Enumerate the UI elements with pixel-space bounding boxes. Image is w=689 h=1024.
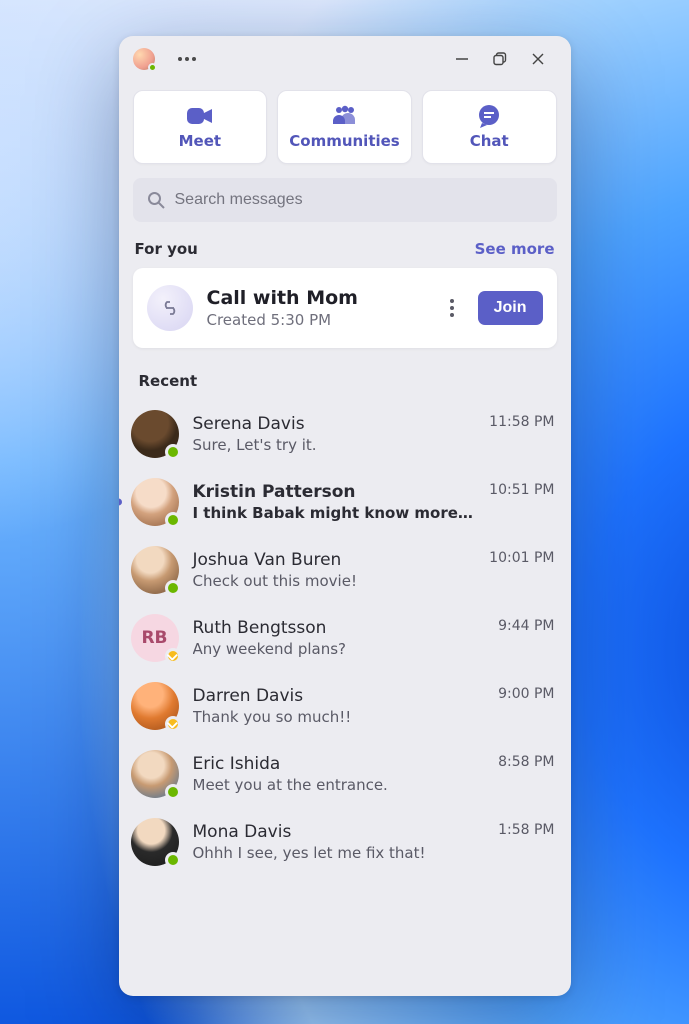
chat-row[interactable]: Mona Davis Ohhh I see, yes let me fix tha…	[125, 808, 565, 876]
avatar	[131, 546, 179, 594]
chat-texts: Mona Davis Ohhh I see, yes let me fix tha…	[193, 822, 485, 862]
chat-preview: Thank you so much!!	[193, 708, 485, 726]
link-icon	[147, 285, 193, 331]
section-title: For you	[135, 240, 198, 258]
chat-preview: Sure, Let's try it.	[193, 436, 476, 454]
presence-online-icon	[165, 444, 181, 460]
chat-name: Eric Ishida	[193, 754, 485, 774]
tab-chat[interactable]: Chat	[422, 90, 557, 164]
maximize-button[interactable]	[481, 44, 519, 74]
avatar: RB	[131, 614, 179, 662]
unread-indicator	[119, 499, 122, 506]
chat-texts: Serena Davis Sure, Let's try it.	[193, 414, 476, 454]
chat-time: 9:00 PM	[498, 686, 554, 702]
video-icon	[186, 104, 214, 128]
for-you-header: For you See more	[119, 222, 571, 268]
chat-name: Serena Davis	[193, 414, 476, 434]
chat-time: 1:58 PM	[498, 822, 554, 838]
avatar	[131, 682, 179, 730]
chat-preview: Check out this movie!	[193, 572, 476, 590]
close-button[interactable]	[519, 44, 557, 74]
avatar	[131, 478, 179, 526]
chat-time: 11:58 PM	[489, 414, 554, 430]
chat-preview: Meet you at the entrance.	[193, 776, 485, 794]
meeting-texts: Call with Mom Created 5:30 PM	[207, 287, 426, 329]
chat-name: Kristin Patterson	[193, 482, 476, 502]
chat-texts: Ruth Bengtsson Any weekend plans?	[193, 618, 485, 658]
meeting-title: Call with Mom	[207, 287, 426, 309]
meeting-subtitle: Created 5:30 PM	[207, 311, 426, 329]
presence-online-icon	[165, 784, 181, 800]
join-button[interactable]: Join	[478, 291, 543, 325]
close-icon	[531, 52, 545, 66]
minimize-button[interactable]	[443, 44, 481, 74]
chat-row[interactable]: Darren Davis Thank you so much!! 9:00 PM	[125, 672, 565, 740]
tab-meet[interactable]: Meet	[133, 90, 268, 164]
presence-away-icon	[165, 716, 181, 732]
chat-name: Joshua Van Buren	[193, 550, 476, 570]
me-avatar[interactable]	[133, 48, 155, 70]
chat-row[interactable]: Serena Davis Sure, Let's try it. 11:58 PM	[125, 400, 565, 468]
presence-away-icon	[165, 648, 181, 664]
chat-name: Darren Davis	[193, 686, 485, 706]
search-icon	[147, 191, 165, 209]
maximize-icon	[493, 52, 507, 66]
more-menu-button[interactable]	[173, 45, 201, 73]
presence-online-icon	[165, 512, 181, 528]
recent-heading: Recent	[119, 348, 571, 396]
presence-online-icon	[165, 852, 181, 868]
meeting-more-button[interactable]	[440, 299, 464, 317]
recent-list: Serena Davis Sure, Let's try it. 11:58 PM K…	[119, 396, 571, 876]
chat-time: 9:44 PM	[498, 618, 554, 634]
chat-time: 10:51 PM	[489, 482, 554, 498]
chat-texts: Kristin Patterson I think Babak might kno…	[193, 482, 476, 522]
minimize-icon	[455, 52, 469, 66]
chat-preview: Any weekend plans?	[193, 640, 485, 658]
people-icon	[330, 104, 360, 128]
search-input[interactable]	[175, 191, 543, 209]
chat-time: 10:01 PM	[489, 550, 554, 566]
chat-time: 8:58 PM	[498, 754, 554, 770]
chat-row[interactable]: Kristin Patterson I think Babak might kno…	[125, 468, 565, 536]
chat-preview: I think Babak might know more a…	[193, 504, 476, 522]
titlebar	[119, 36, 571, 82]
teams-chat-window: Meet Communities Chat For you See more	[119, 36, 571, 996]
search-bar[interactable]	[133, 178, 557, 222]
tab-communities[interactable]: Communities	[277, 90, 412, 164]
avatar	[131, 818, 179, 866]
see-more-link[interactable]: See more	[475, 240, 555, 258]
presence-online-icon	[165, 580, 181, 596]
avatar	[131, 750, 179, 798]
ellipsis-icon	[178, 57, 196, 61]
chat-row[interactable]: Eric Ishida Meet you at the entrance. 8:58…	[125, 740, 565, 808]
tab-label: Meet	[179, 132, 221, 150]
chat-row[interactable]: Joshua Van Buren Check out this movie! 10:…	[125, 536, 565, 604]
avatar	[131, 410, 179, 458]
chat-name: Mona Davis	[193, 822, 485, 842]
chat-preview: Ohhh I see, yes let me fix that!	[193, 844, 485, 862]
chat-texts: Darren Davis Thank you so much!!	[193, 686, 485, 726]
chat-row[interactable]: RB Ruth Bengtsson Any weekend plans? 9:44 P…	[125, 604, 565, 672]
chat-texts: Eric Ishida Meet you at the entrance.	[193, 754, 485, 794]
chat-icon	[476, 104, 502, 128]
presence-online-icon	[148, 63, 157, 72]
chat-name: Ruth Bengtsson	[193, 618, 485, 638]
action-tabs: Meet Communities Chat	[119, 90, 571, 164]
tab-label: Chat	[470, 132, 509, 150]
meeting-card[interactable]: Call with Mom Created 5:30 PM Join	[133, 268, 557, 348]
tab-label: Communities	[289, 132, 400, 150]
chat-texts: Joshua Van Buren Check out this movie!	[193, 550, 476, 590]
